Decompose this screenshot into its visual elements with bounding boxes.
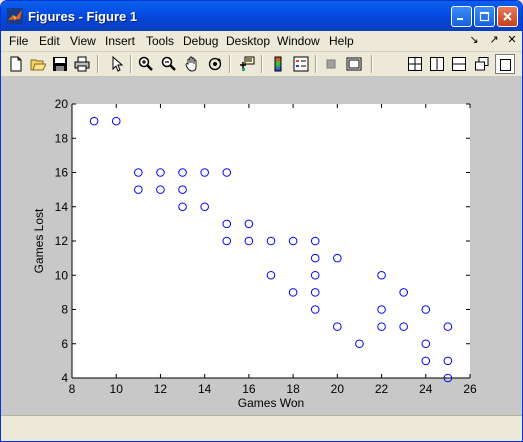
toolbar-separator xyxy=(261,55,263,73)
top-bottom-layout-icon xyxy=(452,57,466,71)
y-tick-label: 18 xyxy=(55,131,69,145)
x-tick-label: 14 xyxy=(198,382,212,396)
tile-layout-icon xyxy=(408,57,422,71)
y-tick-label: 4 xyxy=(61,371,68,385)
toolbar-separator xyxy=(371,55,373,73)
new-figure-icon xyxy=(10,56,22,72)
print-button[interactable] xyxy=(72,54,92,74)
pan-hand-icon xyxy=(185,56,197,72)
rotate-3d-button[interactable] xyxy=(205,54,225,74)
maximize-figure-icon xyxy=(500,59,511,71)
figure-canvas: 8 10 12 14 16 18 20 22 24 26 4 6 8 10 12 14 16 18 20 Games… xyxy=(1,77,522,415)
menu-help[interactable]: Help xyxy=(329,34,354,48)
zoom-out-icon xyxy=(161,56,176,71)
menu-debug[interactable]: Debug xyxy=(183,34,218,48)
zoom-in-button[interactable] xyxy=(136,54,156,74)
close-x-icon[interactable]: ✕ xyxy=(505,33,519,47)
title-bar[interactable]: Figures - Figure 1 xyxy=(1,1,522,31)
x-tick-label: 20 xyxy=(331,382,345,396)
left-right-layout-button[interactable] xyxy=(427,54,447,74)
x-tick-label: 26 xyxy=(463,382,477,396)
minimize-icon xyxy=(457,18,463,20)
left-right-layout-icon xyxy=(430,57,444,71)
maximize-icon xyxy=(479,11,490,22)
x-tick-label: 22 xyxy=(375,382,389,396)
open-file-button[interactable] xyxy=(28,54,48,74)
open-file-icon xyxy=(30,59,46,71)
matlab-logo-icon xyxy=(7,8,23,24)
window-title: Figures - Figure 1 xyxy=(28,9,138,24)
maximize-figure-button[interactable] xyxy=(495,54,515,74)
menu-bar: File Edit View Insert Tools Debug Deskto… xyxy=(1,31,522,52)
menu-edit[interactable]: Edit xyxy=(39,34,60,48)
figure-window: Figures - Figure 1 File Edit View Insert… xyxy=(0,0,523,442)
save-icon xyxy=(53,57,67,71)
float-window-button[interactable] xyxy=(472,54,492,74)
x-tick-label: 10 xyxy=(110,382,124,396)
dock-arrow-icon[interactable]: ↗ xyxy=(487,33,501,47)
toolbar-separator xyxy=(97,55,99,73)
maximize-button[interactable] xyxy=(474,6,495,27)
rotate-3d-icon xyxy=(208,57,222,71)
pointer-arrow-icon xyxy=(112,56,124,72)
tile-layout-button[interactable] xyxy=(405,54,425,74)
y-tick-label: 14 xyxy=(55,200,69,214)
insert-colorbar-icon xyxy=(274,56,282,72)
pan-button[interactable] xyxy=(182,54,202,74)
x-tick-label: 24 xyxy=(419,382,433,396)
minimize-button[interactable] xyxy=(451,6,472,27)
toolbar-separator xyxy=(229,55,231,73)
new-figure-button[interactable] xyxy=(6,54,26,74)
insert-data-cursor-icon xyxy=(240,56,255,71)
toolbar-separator xyxy=(130,55,132,73)
menu-desktop[interactable]: Desktop xyxy=(226,34,270,48)
figure-toolbar xyxy=(1,52,522,77)
edit-plot-button[interactable] xyxy=(107,54,127,74)
legend-button[interactable] xyxy=(291,54,311,74)
x-tick-label: 16 xyxy=(242,382,256,396)
data-cursor-button[interactable] xyxy=(237,54,257,74)
y-tick-label: 6 xyxy=(61,337,68,351)
x-tick-label: 8 xyxy=(69,382,76,396)
zoom-in-icon xyxy=(138,56,153,71)
float-window-icon xyxy=(475,57,489,71)
y-tick-label: 16 xyxy=(55,166,69,180)
y-axis-label: Games Lost xyxy=(32,208,46,273)
zoom-out-button[interactable] xyxy=(159,54,179,74)
print-icon xyxy=(74,56,90,72)
scatter-plot[interactable]: 8 10 12 14 16 18 20 22 24 26 4 6 8 10 12 14 16 18 20 Games… xyxy=(1,77,522,415)
menu-insert[interactable]: Insert xyxy=(105,34,135,48)
menu-tools[interactable]: Tools xyxy=(146,34,174,48)
menu-window[interactable]: Window xyxy=(277,34,320,48)
y-tick-label: 10 xyxy=(55,268,69,282)
hide-plot-tools-button[interactable] xyxy=(321,54,341,74)
close-button[interactable] xyxy=(497,6,518,27)
x-axis-label: Games Won xyxy=(238,396,304,410)
show-plot-tools-icon xyxy=(346,57,362,71)
top-bottom-layout-button[interactable] xyxy=(449,54,469,74)
axes-background xyxy=(72,104,470,378)
x-tick-label: 18 xyxy=(286,382,300,396)
status-bar xyxy=(1,415,522,441)
show-plot-tools-button[interactable] xyxy=(344,54,364,74)
x-tick-label: 12 xyxy=(154,382,168,396)
insert-legend-icon xyxy=(293,56,309,72)
close-icon xyxy=(503,12,512,21)
y-tick-label: 20 xyxy=(55,97,69,111)
undock-arrow-icon[interactable]: ↘ xyxy=(467,33,481,47)
menu-view[interactable]: View xyxy=(70,34,96,48)
save-button[interactable] xyxy=(50,54,70,74)
y-tick-label: 12 xyxy=(55,234,69,248)
toolbar-separator xyxy=(315,55,317,73)
menu-file[interactable]: File xyxy=(9,34,28,48)
colorbar-button[interactable] xyxy=(268,54,288,74)
hide-plot-tools-icon xyxy=(326,59,336,69)
y-tick-label: 8 xyxy=(61,303,68,317)
